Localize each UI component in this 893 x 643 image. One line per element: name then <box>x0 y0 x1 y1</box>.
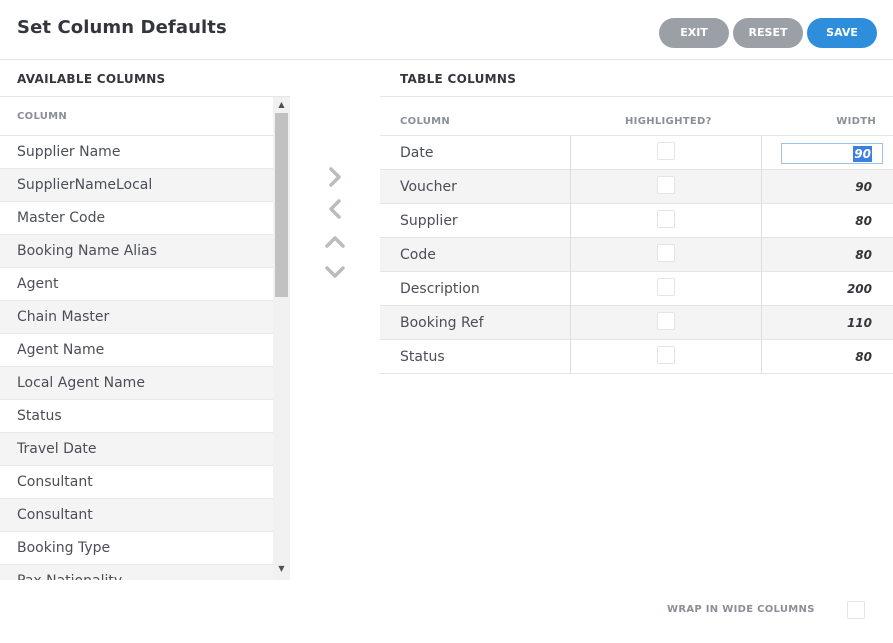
cell-divider <box>570 238 571 272</box>
highlighted-checkbox[interactable] <box>657 278 675 296</box>
table-column-row[interactable]: Status 80 <box>380 340 893 374</box>
width-value[interactable]: 80 <box>855 204 872 238</box>
table-column-row[interactable]: Description 200 <box>380 272 893 306</box>
width-header: WIDTH <box>836 116 876 127</box>
available-column-item[interactable]: Consultant <box>0 466 273 499</box>
highlighted-checkbox[interactable] <box>657 176 675 194</box>
table-column-row[interactable]: Code 80 <box>380 238 893 272</box>
available-column-item[interactable]: Supplier Name <box>0 136 273 169</box>
chevron-up-icon[interactable] <box>322 229 348 255</box>
table-column-row[interactable]: Date 90 <box>380 136 893 170</box>
cell-divider <box>761 272 762 306</box>
available-scrollbar[interactable]: ▲ ▼ <box>273 97 290 580</box>
highlighted-checkbox[interactable] <box>657 210 675 228</box>
table-column-row[interactable]: Booking Ref 110 <box>380 306 893 340</box>
available-columns-heading: AVAILABLE COLUMNS <box>17 72 166 86</box>
width-value[interactable]: 90 <box>855 170 872 204</box>
available-column-item[interactable]: Chain Master <box>0 301 273 334</box>
table-columns-heading: TABLE COLUMNS <box>400 72 517 86</box>
table-column-name: Description <box>400 281 480 297</box>
available-column-item[interactable]: Pax Nationality <box>0 565 273 580</box>
available-column-item[interactable]: Status <box>0 400 273 433</box>
highlighted-checkbox[interactable] <box>657 244 675 262</box>
available-column-item[interactable]: Booking Type <box>0 532 273 565</box>
scroll-up-icon[interactable]: ▲ <box>273 97 290 113</box>
wrap-wide-columns-checkbox[interactable] <box>847 601 865 619</box>
width-input-value: 90 <box>853 146 872 162</box>
scroll-thumb[interactable] <box>275 113 288 297</box>
save-button[interactable]: SAVE <box>807 18 877 48</box>
available-column-item[interactable]: Local Agent Name <box>0 367 273 400</box>
cell-divider <box>761 306 762 340</box>
table-columns-panel: COLUMN HIGHLIGHTED? WIDTH Date 90 Voucher 9… <box>380 96 893 374</box>
available-column-item[interactable]: Consultant <box>0 499 273 532</box>
available-column-item[interactable]: Agent <box>0 268 273 301</box>
chevron-down-icon[interactable] <box>322 259 348 285</box>
wrap-wide-columns-label: WRAP IN WIDE COLUMNS <box>667 604 815 615</box>
cell-divider <box>761 340 762 374</box>
highlighted-checkbox[interactable] <box>657 312 675 330</box>
table-column-name: Date <box>400 145 434 161</box>
available-column-item[interactable]: Travel Date <box>0 433 273 466</box>
available-column-item[interactable]: Booking Name Alias <box>0 235 273 268</box>
highlighted-header: HIGHLIGHTED? <box>625 116 712 127</box>
width-value[interactable]: 80 <box>855 340 872 374</box>
cell-divider <box>570 136 571 170</box>
exit-button[interactable]: EXIT <box>659 18 729 48</box>
column-header: COLUMN <box>400 116 451 127</box>
table-column-name: Supplier <box>400 213 458 229</box>
highlighted-checkbox[interactable] <box>657 346 675 364</box>
header-divider <box>0 59 893 60</box>
page-title: Set Column Defaults <box>17 17 227 38</box>
cell-divider <box>761 170 762 204</box>
table-columns-rows: Date 90 Voucher 90 Supplier 80 Code 80 Descripti… <box>380 136 893 374</box>
width-value[interactable]: 200 <box>847 272 872 306</box>
cell-divider <box>570 306 571 340</box>
cell-divider <box>761 238 762 272</box>
cell-divider <box>761 204 762 238</box>
table-columns-header: COLUMN HIGHLIGHTED? WIDTH <box>380 97 893 136</box>
reset-button[interactable]: RESET <box>733 18 803 48</box>
width-value[interactable]: 110 <box>847 306 872 340</box>
cell-divider <box>570 272 571 306</box>
available-columns-panel: COLUMN Supplier Name SupplierNameLocal Mas… <box>0 96 290 580</box>
cell-divider <box>761 136 762 170</box>
chevron-right-icon[interactable] <box>322 164 348 190</box>
highlighted-checkbox[interactable] <box>657 142 675 160</box>
table-column-name: Booking Ref <box>400 315 484 331</box>
available-columns-list: Supplier Name SupplierNameLocal Master Cod… <box>0 136 273 580</box>
available-column-item[interactable]: Agent Name <box>0 334 273 367</box>
cell-divider <box>570 170 571 204</box>
table-column-row[interactable]: Voucher 90 <box>380 170 893 204</box>
available-column-item[interactable]: Master Code <box>0 202 273 235</box>
chevron-left-icon[interactable] <box>322 196 348 222</box>
table-column-name: Code <box>400 247 436 263</box>
table-column-name: Status <box>400 349 445 365</box>
cell-divider <box>570 340 571 374</box>
width-input[interactable]: 90 <box>781 143 883 164</box>
available-column-header: COLUMN <box>0 97 273 136</box>
table-column-name: Voucher <box>400 179 457 195</box>
available-column-item[interactable]: SupplierNameLocal <box>0 169 273 202</box>
scroll-down-icon[interactable]: ▼ <box>273 561 290 577</box>
cell-divider <box>570 204 571 238</box>
table-column-row[interactable]: Supplier 80 <box>380 204 893 238</box>
width-value[interactable]: 80 <box>855 238 872 272</box>
